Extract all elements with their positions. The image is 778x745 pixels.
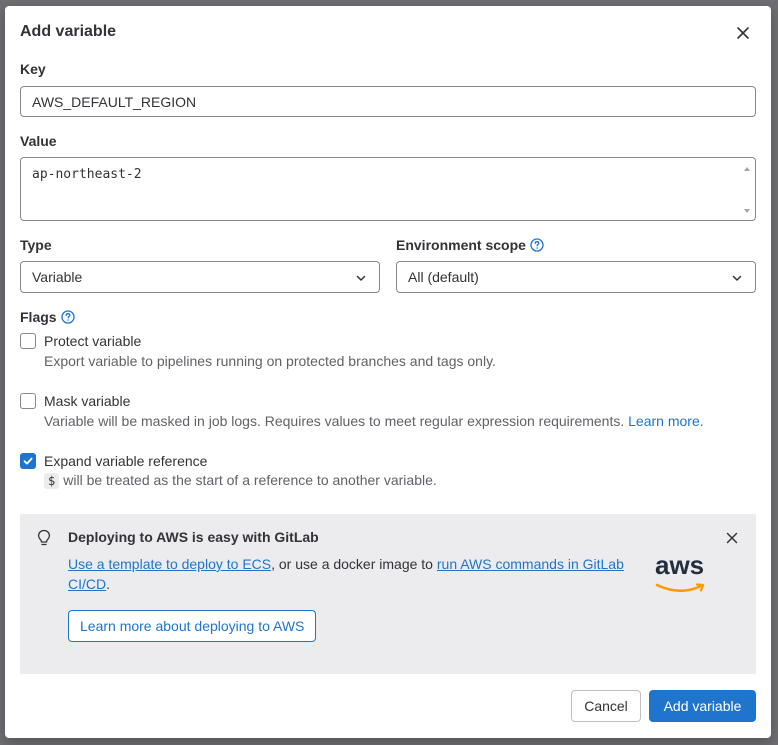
scroll-up-arrow-icon[interactable] xyxy=(744,167,750,171)
aws-smile-icon xyxy=(655,583,705,593)
modal-title: Add variable xyxy=(20,23,117,40)
protect-variable-label[interactable]: Protect variable xyxy=(44,333,141,349)
scroll-down-arrow-icon[interactable] xyxy=(744,209,750,213)
protect-variable-help: Export variable to pipelines running on … xyxy=(44,353,496,369)
close-icon[interactable] xyxy=(733,23,753,43)
expand-variable-checkbox[interactable] xyxy=(20,453,36,469)
add-variable-button[interactable]: Add variable xyxy=(649,690,756,722)
value-textarea-text: ap-northeast-2 xyxy=(32,167,142,182)
environment-scope-selected-value: All (default) xyxy=(408,269,479,285)
lightbulb-icon xyxy=(37,529,51,546)
alert-body: Use a template to deploy to ECS, or use … xyxy=(68,554,628,594)
type-select[interactable]: Variable xyxy=(20,261,380,293)
aws-deploy-alert: Deploying to AWS is easy with GitLab Use… xyxy=(20,514,756,674)
protect-variable-checkbox[interactable] xyxy=(20,333,36,349)
alert-text-1: , or use a docker image to xyxy=(271,556,437,572)
mask-variable-label[interactable]: Mask variable xyxy=(44,393,130,409)
textarea-scrollbar[interactable] xyxy=(740,159,754,219)
chevron-down-icon xyxy=(732,275,742,281)
alert-title: Deploying to AWS is easy with GitLab xyxy=(68,529,319,545)
cancel-button[interactable]: Cancel xyxy=(571,690,641,722)
alert-close-icon[interactable] xyxy=(724,530,740,546)
type-label: Type xyxy=(20,237,52,253)
mask-variable-checkbox[interactable] xyxy=(20,393,36,409)
learn-more-aws-button[interactable]: Learn more about deploying to AWS xyxy=(68,610,317,642)
key-label: Key xyxy=(20,61,46,77)
question-circle-icon[interactable] xyxy=(530,238,544,252)
learn-more-link[interactable]: Learn more. xyxy=(628,413,703,429)
environment-scope-select[interactable]: All (default) xyxy=(396,261,756,293)
aws-logo-text: aws xyxy=(655,550,705,580)
type-selected-value: Variable xyxy=(32,269,83,285)
value-textarea[interactable]: ap-northeast-2 xyxy=(20,157,756,221)
expand-variable-help: will be treated as the start of a refere… xyxy=(63,472,437,488)
alert-text-2: . xyxy=(106,576,111,592)
key-input[interactable]: AWS_DEFAULT_REGION xyxy=(20,86,756,117)
dollar-code: $ xyxy=(44,473,60,489)
checkmark-icon xyxy=(23,457,33,465)
value-label: Value xyxy=(20,133,57,149)
add-variable-modal: Add variable Key AWS_DEFAULT_REGION Valu… xyxy=(5,6,771,738)
deploy-ecs-template-link[interactable]: Use a template to deploy to ECS xyxy=(68,556,271,572)
mask-variable-help: Variable will be masked in job logs. Req… xyxy=(44,413,625,429)
flags-label: Flags xyxy=(20,309,57,325)
aws-logo: aws xyxy=(654,550,714,594)
expand-variable-label[interactable]: Expand variable reference xyxy=(44,453,207,469)
environment-scope-label: Environment scope xyxy=(396,237,526,253)
chevron-down-icon xyxy=(356,275,366,281)
key-input-value: AWS_DEFAULT_REGION xyxy=(32,93,197,110)
expand-variable-help-wrap: $ will be treated as the start of a refer… xyxy=(44,472,437,489)
mask-variable-help-wrap: Variable will be masked in job logs. Req… xyxy=(44,413,704,429)
question-circle-icon[interactable] xyxy=(61,310,75,324)
